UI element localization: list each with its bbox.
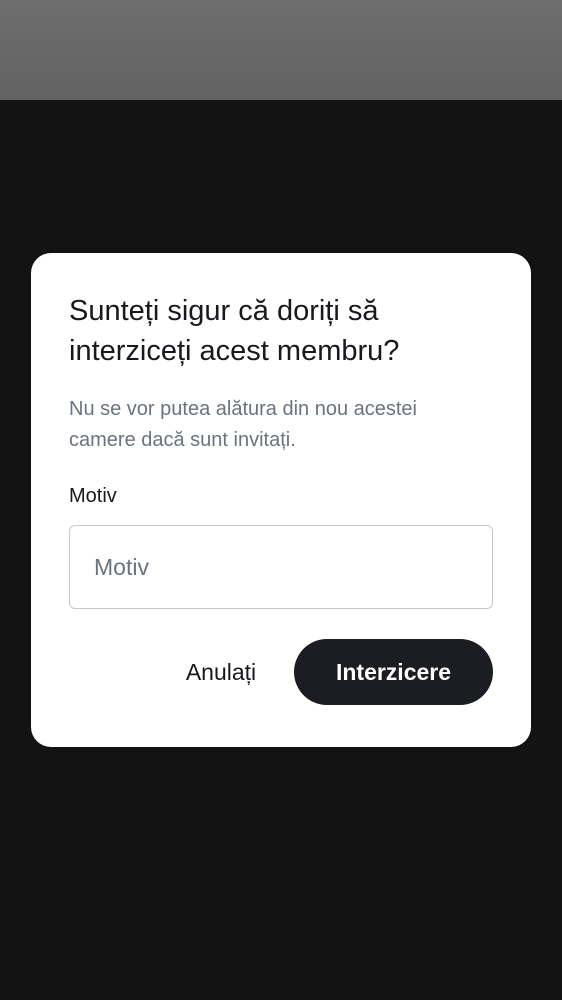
reason-label: Motiv [69, 485, 117, 507]
cancel-button[interactable]: Anulați [159, 639, 283, 705]
status-bar [0, 0, 562, 100]
dialog-description: Nu se vor putea alătura din nou acestei … [69, 398, 417, 451]
dialog-title: Sunteți sigur că doriți să interziceți a… [69, 295, 400, 367]
reason-input[interactable] [69, 525, 493, 609]
ban-member-dialog: Sunteți sigur că doriți să interziceți a… [31, 253, 531, 747]
ban-button[interactable]: Interzicere [294, 639, 493, 705]
